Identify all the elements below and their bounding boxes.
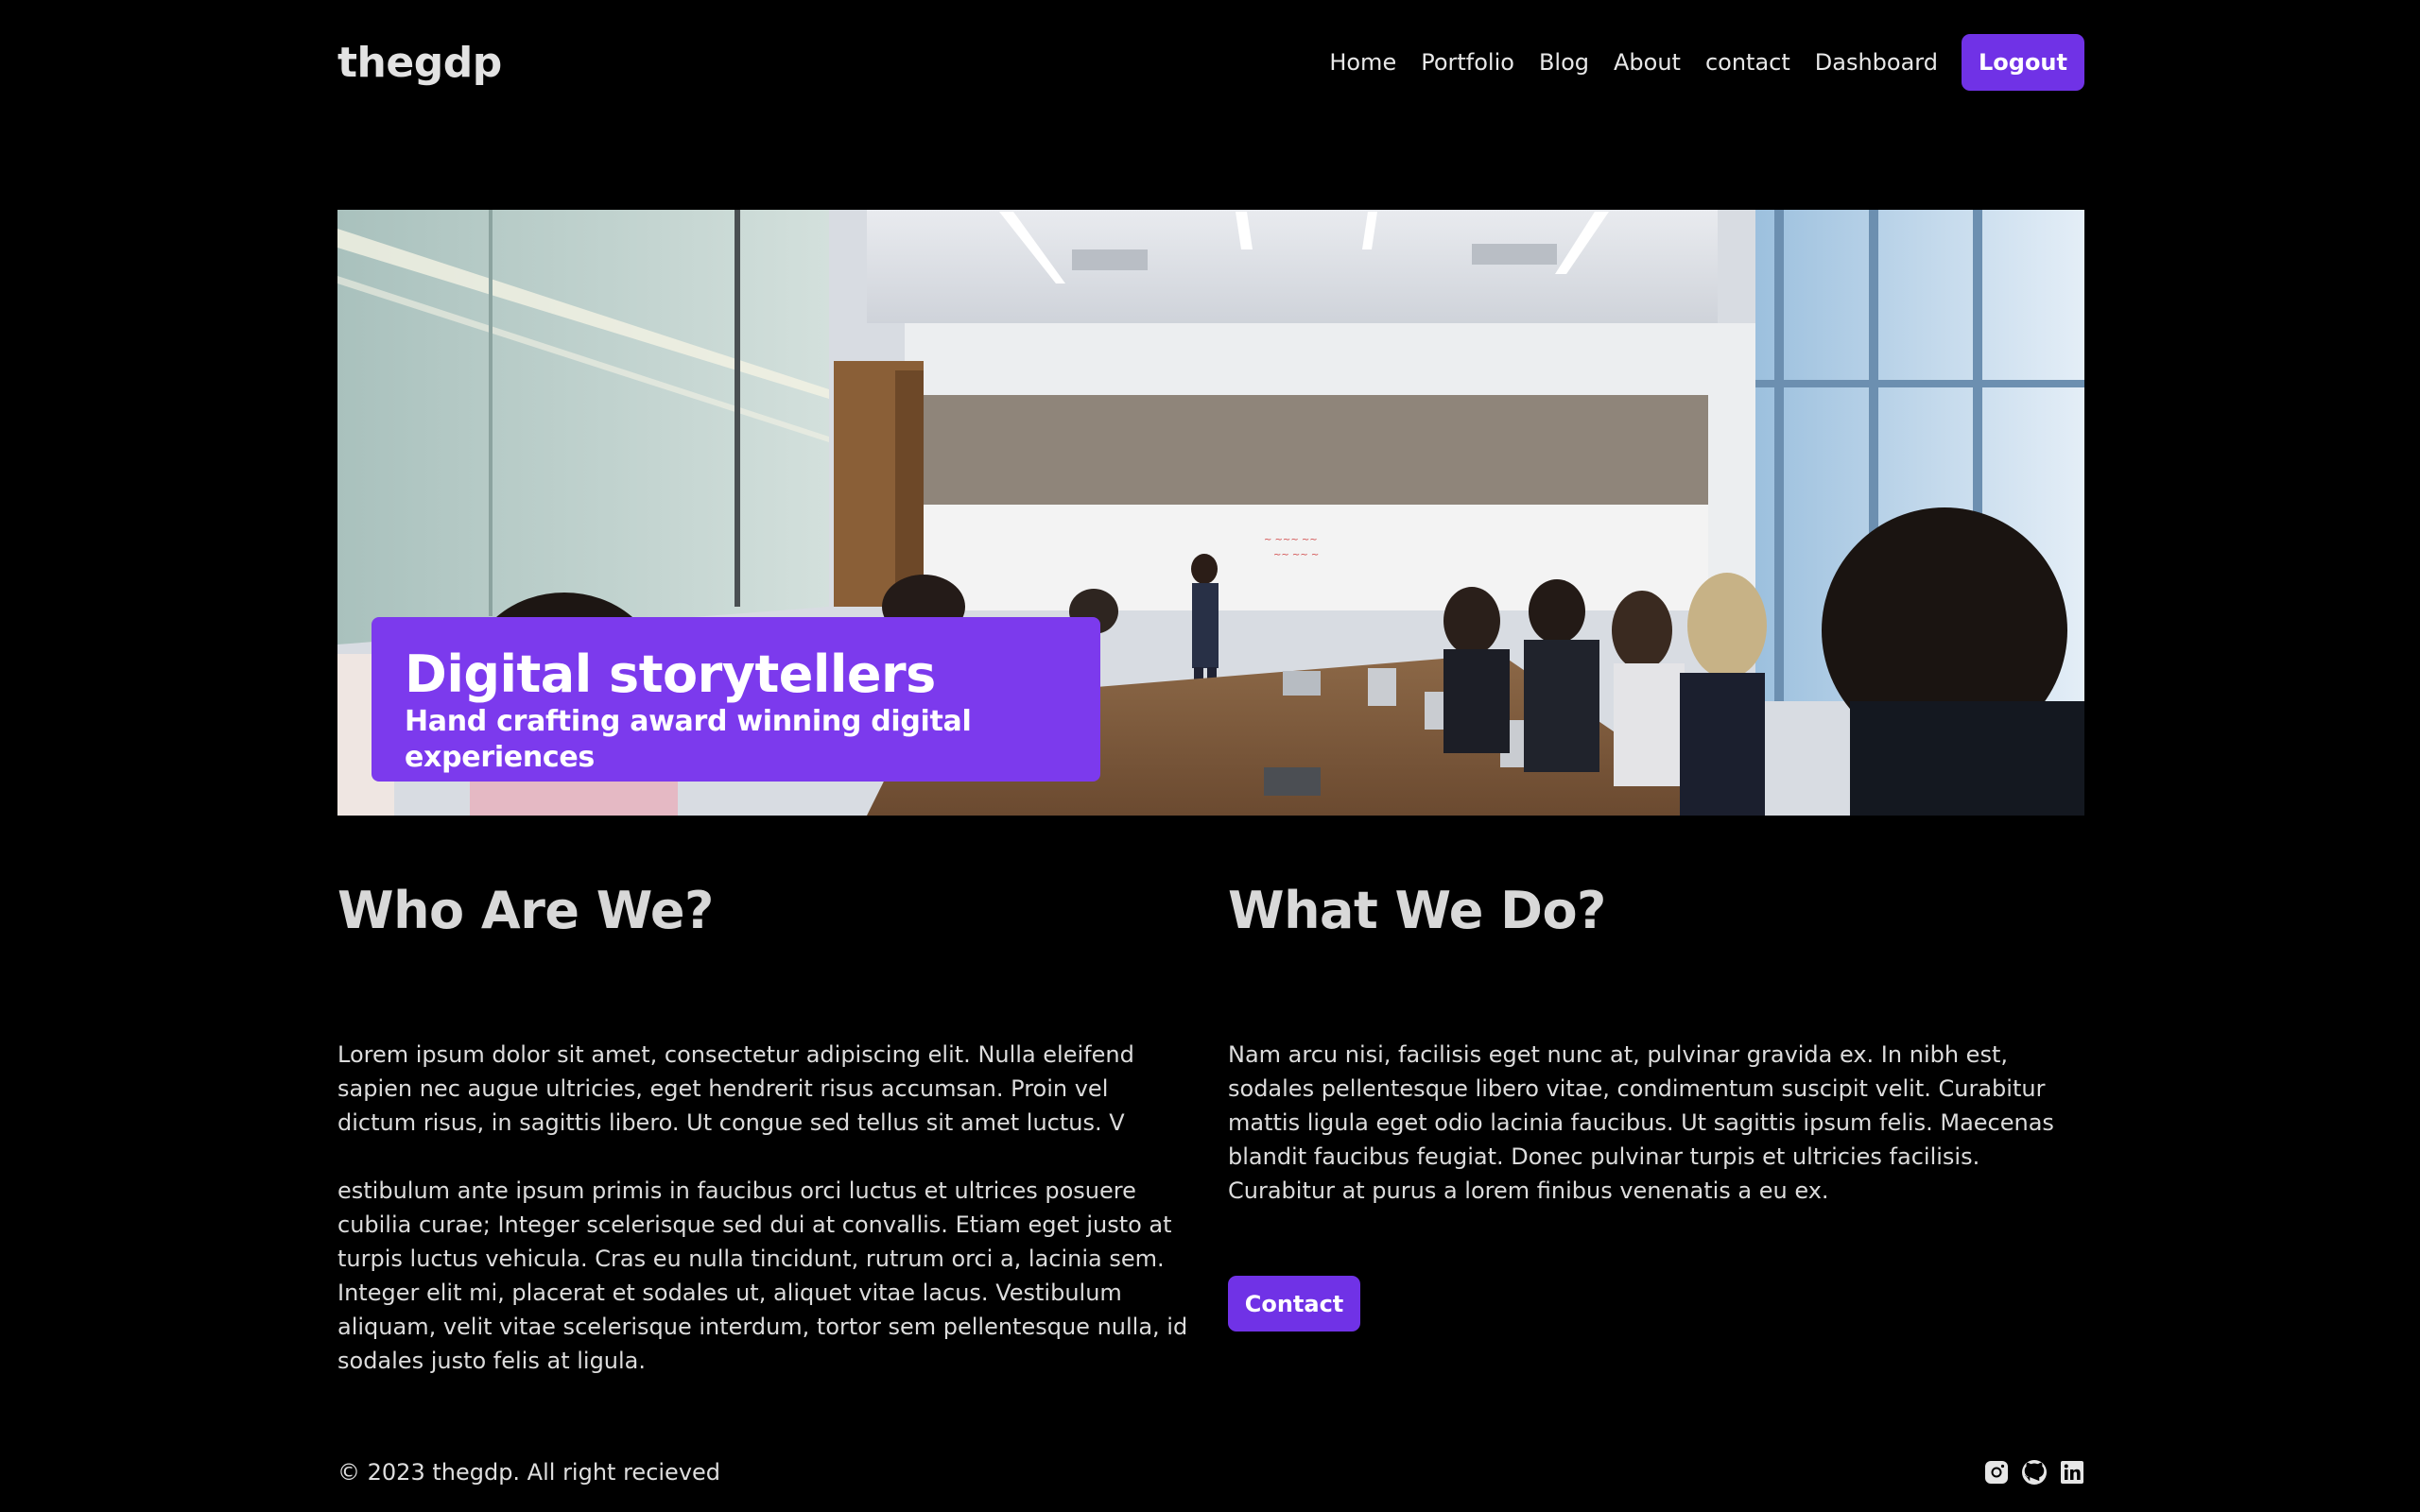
hero-caption-card: Digital storytellers Hand crafting award… [372,617,1100,782]
what-we-do-section: What We Do? Nam arcu nisi, facilisis ege… [1228,879,2079,1332]
linkedin-icon[interactable] [2060,1460,2084,1485]
site-header: thegdp Home Portfolio Blog About contact… [337,32,2084,93]
copyright-text: © 2023 thegdp. All right recieved [337,1459,721,1486]
contact-button[interactable]: Contact [1228,1276,1360,1332]
what-paragraph: Nam arcu nisi, facilisis eget nunc at, p… [1228,1041,2054,1204]
nav-home-link[interactable]: Home [1329,49,1396,76]
site-footer: © 2023 thegdp. All right recieved [337,1453,2084,1491]
logout-button[interactable]: Logout [1962,34,2084,91]
hero-subtitle: Hand crafting award winning digital expe… [405,705,972,774]
hero-banner: ~ ~~~ ~~ ~~ ~~ ~ Digital storytellers Ha… [337,210,2084,816]
social-links [1973,1458,2084,1486]
nav-dashboard-link[interactable]: Dashboard [1815,49,1938,76]
main-nav: Home Portfolio Blog About contact Dashbo… [1305,34,2084,91]
nav-about-link[interactable]: About [1614,49,1681,76]
github-icon[interactable] [2020,1458,2048,1486]
svg-text:~ ~~~ ~~: ~ ~~~ ~~ [1264,535,1318,545]
nav-blog-link[interactable]: Blog [1539,49,1589,76]
who-paragraph-2: estibulum ante ipsum primis in faucibus … [337,1177,1188,1374]
instagram-icon[interactable] [1984,1460,2009,1485]
hero-title: Digital storytellers [405,644,936,704]
who-are-we-section: Who Are We? Lorem ipsum dolor sit amet, … [337,879,1188,1378]
svg-text:~~ ~~ ~: ~~ ~~ ~ [1273,550,1319,560]
nav-contact-link[interactable]: contact [1705,49,1790,76]
site-logo[interactable]: thegdp [337,39,502,87]
who-paragraph-1: Lorem ipsum dolor sit amet, consectetur … [337,1041,1134,1136]
what-heading: What We Do? [1228,881,1606,940]
nav-portfolio-link[interactable]: Portfolio [1421,49,1514,76]
who-heading: Who Are We? [337,881,714,940]
